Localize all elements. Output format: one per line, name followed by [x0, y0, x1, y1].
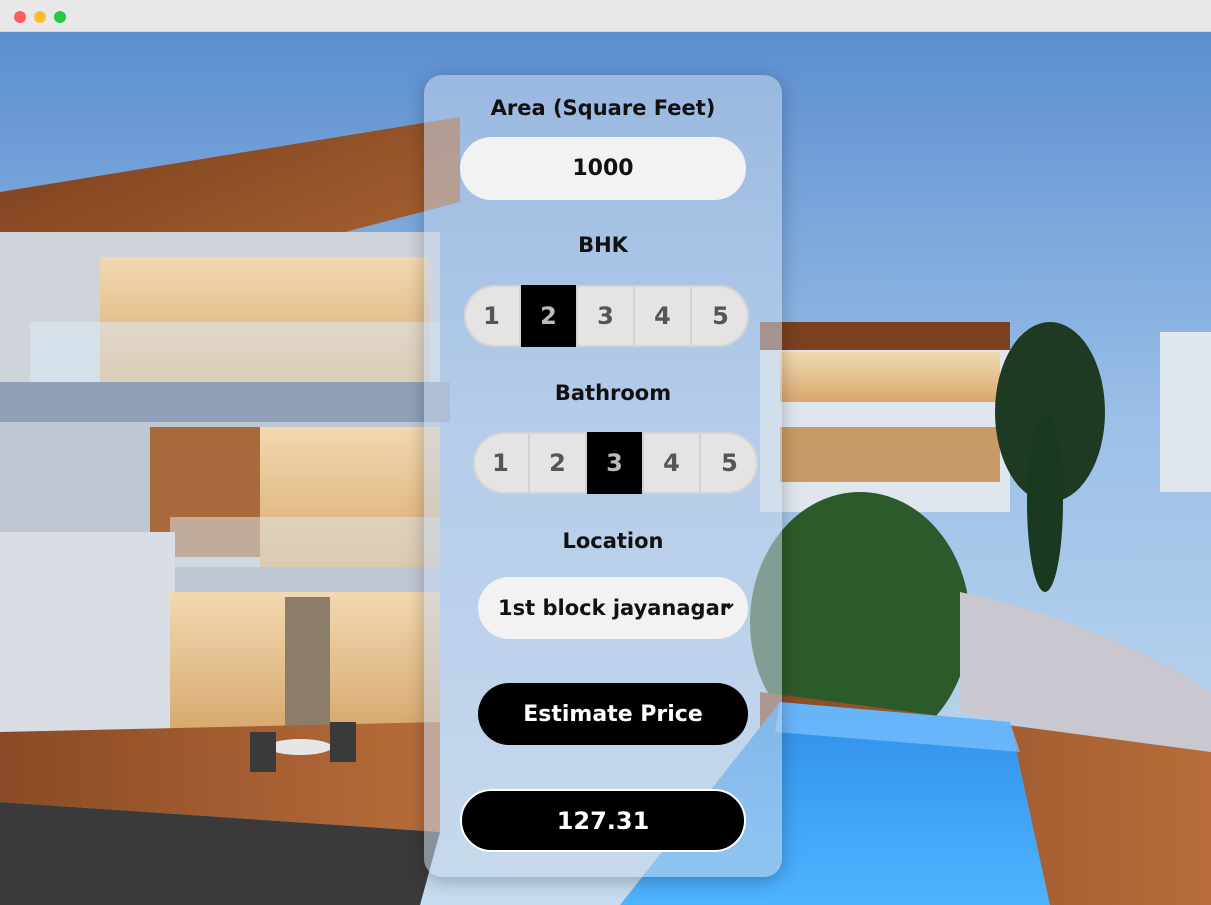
bathroom-option-2[interactable]: 2 [530, 432, 587, 494]
price-estimator-card: Area (Square Feet) BHK 12345 Bathroom 12… [424, 75, 782, 877]
estimated-price-output: 127.31 [460, 789, 746, 852]
bathroom-label: Bathroom [554, 381, 672, 405]
close-window-button[interactable] [14, 11, 26, 23]
location-label: Location [562, 529, 664, 553]
window-titlebar [0, 0, 1211, 32]
chevron-down-icon [724, 603, 734, 610]
area-input[interactable] [460, 137, 746, 200]
location-selected-value: 1st block jayanagar [498, 596, 731, 620]
bhk-selector: 12345 [464, 285, 749, 347]
bhk-label: BHK [578, 233, 628, 257]
bhk-option-3[interactable]: 3 [578, 285, 635, 347]
bathroom-option-5[interactable]: 5 [701, 432, 758, 494]
bathroom-selector: 12345 [473, 432, 758, 494]
area-label: Area (Square Feet) [490, 96, 716, 120]
bhk-option-4[interactable]: 4 [635, 285, 692, 347]
maximize-window-button[interactable] [54, 11, 66, 23]
minimize-window-button[interactable] [34, 11, 46, 23]
bathroom-option-4[interactable]: 4 [644, 432, 701, 494]
bathroom-option-3[interactable]: 3 [587, 432, 644, 494]
bhk-option-5[interactable]: 5 [692, 285, 749, 347]
bhk-option-1[interactable]: 1 [464, 285, 521, 347]
estimate-price-button[interactable]: Estimate Price [478, 683, 748, 745]
bhk-option-2[interactable]: 2 [521, 285, 578, 347]
bathroom-option-1[interactable]: 1 [473, 432, 530, 494]
location-select[interactable]: 1st block jayanagar [478, 577, 748, 639]
